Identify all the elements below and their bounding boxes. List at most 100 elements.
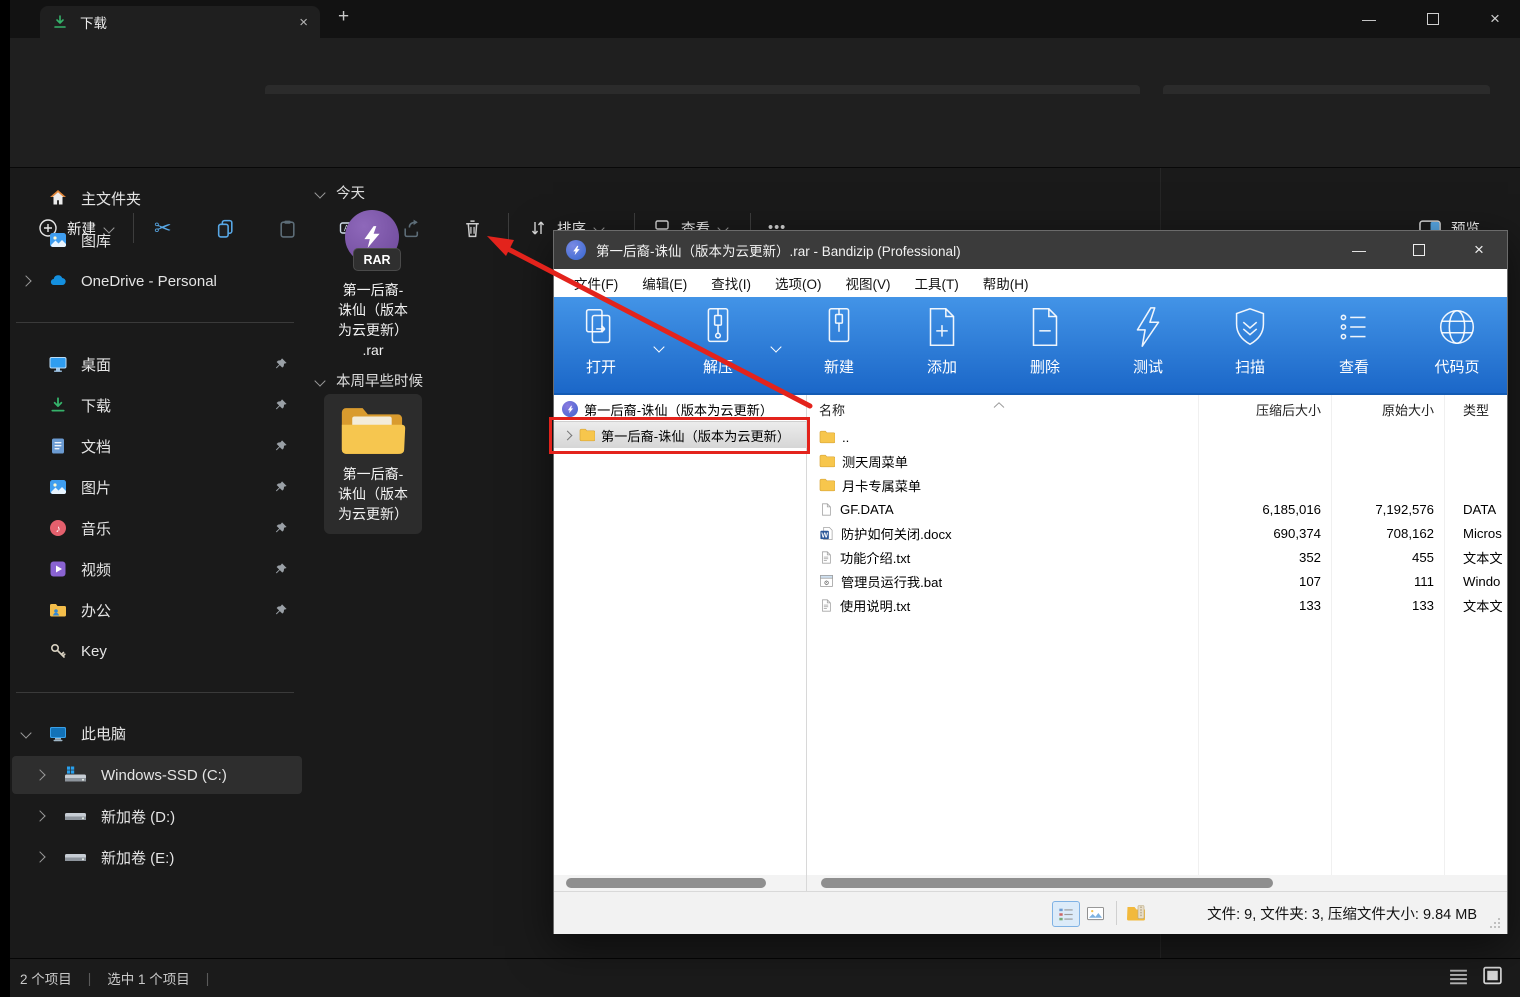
- chevron-down-icon: [314, 186, 326, 199]
- document-icon: [48, 436, 68, 456]
- list-row-folder[interactable]: 月卡专属菜单: [807, 473, 1507, 497]
- chevron-right-icon[interactable]: [34, 810, 46, 822]
- menu-options[interactable]: 选项(O): [763, 273, 834, 293]
- chevron-down-icon[interactable]: [20, 727, 32, 739]
- home-icon: [48, 188, 68, 208]
- sidebar-item-pictures[interactable]: 图片: [12, 468, 302, 506]
- details-view-button[interactable]: [1448, 968, 1469, 990]
- sidebar-item-drive-e[interactable]: 新加卷 (E:): [12, 838, 302, 876]
- sidebar-item-downloads[interactable]: 下载: [12, 386, 302, 424]
- bandizip-title-bar[interactable]: 第一后裔-诛仙（版本为云更新）.rar - Bandizip (Professi…: [554, 231, 1507, 269]
- open-button[interactable]: 打开: [555, 304, 647, 377]
- tab-title: 下载: [80, 16, 107, 31]
- resize-grip[interactable]: [1489, 916, 1501, 934]
- delete-button[interactable]: [462, 210, 483, 246]
- sidebar-item-documents[interactable]: 文档: [12, 427, 302, 465]
- tree-horizontal-scrollbar[interactable]: [554, 875, 806, 891]
- desktop-edge: [0, 0, 10, 997]
- file-item-rar[interactable]: RAR 第一后裔- 诛仙（版本 为云更新） .rar: [318, 210, 428, 360]
- sidebar-item-label: Key: [81, 642, 107, 660]
- sidebar-item-drive-c[interactable]: Windows-SSD (C:): [12, 756, 302, 794]
- window-close-button[interactable]: ×: [1478, 4, 1512, 34]
- sidebar-item-desktop[interactable]: 桌面: [12, 345, 302, 383]
- file-item-folder-selected[interactable]: 第一后裔- 诛仙（版本 为云更新）: [324, 394, 422, 534]
- sidebar-divider: [16, 322, 294, 323]
- chevron-right-icon[interactable]: [20, 275, 32, 287]
- status-divider: [1116, 901, 1117, 925]
- group-header-today[interactable]: 今天: [314, 182, 365, 203]
- column-header-type[interactable]: 类型: [1444, 400, 1507, 419]
- new-archive-icon: [828, 308, 850, 343]
- svg-text:♪: ♪: [56, 524, 61, 535]
- menu-view[interactable]: 视图(V): [834, 273, 903, 293]
- menu-tools[interactable]: 工具(T): [903, 273, 971, 293]
- sidebar-item-home[interactable]: 主文件夹: [12, 179, 302, 217]
- list-row-file[interactable]: 使用说明.txt 133 133 文本文: [807, 593, 1507, 617]
- sidebar-item-music[interactable]: ♪ 音乐: [12, 509, 302, 547]
- sidebar-item-key[interactable]: Key: [12, 632, 302, 670]
- image-preview-toggle[interactable]: [1082, 901, 1108, 925]
- extract-button[interactable]: 解压: [672, 304, 764, 377]
- key-icon: [48, 641, 68, 661]
- pin-icon: [274, 480, 288, 498]
- delete-file-icon: [1032, 308, 1058, 346]
- scrollbar-thumb[interactable]: [566, 878, 766, 888]
- new-tab-button[interactable]: +: [338, 6, 349, 28]
- tab-close-icon[interactable]: ×: [299, 14, 308, 31]
- column-header-original[interactable]: 原始大小: [1331, 400, 1444, 419]
- view-button[interactable]: 查看: [1308, 304, 1400, 377]
- explorer-address-bar: ← → ↑ ↻ › 此电脑 › Windows-SSD (C:) › 用户 › …: [0, 38, 1520, 123]
- group-header-earlier[interactable]: 本周早些时候: [314, 370, 423, 391]
- chevron-down-icon[interactable]: [653, 341, 665, 353]
- list-row-file[interactable]: ⚙ 管理员运行我.bat 107 111 Windo: [807, 569, 1507, 593]
- list-row-file[interactable]: 功能介绍.txt 352 455 文本文: [807, 545, 1507, 569]
- list-horizontal-scrollbar[interactable]: [807, 875, 1507, 891]
- bandizip-minimize-button[interactable]: —: [1342, 235, 1376, 265]
- bandizip-maximize-button[interactable]: [1402, 235, 1436, 265]
- sidebar-item-office[interactable]: 办公: [12, 591, 302, 629]
- chevron-down-icon[interactable]: [770, 341, 782, 353]
- list-row-file[interactable]: W 防护如何关闭.docx 690,374 708,162 Micros: [807, 521, 1507, 545]
- list-row-folder[interactable]: 测天周菜单: [807, 449, 1507, 473]
- list-row-file[interactable]: GF.DATA 6,185,016 7,192,576 DATA: [807, 497, 1507, 521]
- scan-button[interactable]: 扫描: [1204, 304, 1296, 377]
- chevron-right-icon[interactable]: [34, 769, 46, 781]
- folder-icon: [819, 454, 835, 468]
- menu-file[interactable]: 文件(F): [562, 273, 630, 293]
- new-archive-button[interactable]: 新建: [793, 304, 885, 377]
- sidebar-item-drive-d[interactable]: 新加卷 (D:): [12, 797, 302, 835]
- large-icons-view-button[interactable]: [1482, 966, 1503, 990]
- sidebar-item-this-pc[interactable]: 此电脑: [12, 714, 302, 752]
- menu-help[interactable]: 帮助(H): [971, 273, 1041, 293]
- window-maximize-button[interactable]: [1416, 4, 1450, 34]
- selected-count: 选中 1 个项目: [107, 972, 190, 987]
- delete-button[interactable]: 删除: [999, 304, 1091, 377]
- scrollbar-thumb[interactable]: [821, 878, 1273, 888]
- test-button[interactable]: 测试: [1102, 304, 1194, 377]
- column-header-packed[interactable]: 压缩后大小: [1198, 400, 1331, 419]
- shared-folder-icon: [48, 600, 68, 620]
- list-view-toggle[interactable]: [1052, 901, 1080, 927]
- add-button[interactable]: 添加: [896, 304, 988, 377]
- annotation-highlight-rectangle: [549, 417, 810, 454]
- explorer-tab-downloads[interactable]: 下载 ×: [40, 6, 320, 38]
- codepage-button[interactable]: 代码页: [1411, 304, 1503, 377]
- sidebar-item-videos[interactable]: 视频: [12, 550, 302, 588]
- archive-folder-icon[interactable]: [1124, 901, 1150, 925]
- sidebar-item-label: 新加卷 (E:): [101, 849, 175, 867]
- group-label: 今天: [336, 186, 365, 202]
- list-row-up[interactable]: ..: [807, 425, 1507, 449]
- pictures-icon: [48, 477, 68, 497]
- sidebar-item-gallery[interactable]: 图库: [12, 221, 302, 259]
- menu-find[interactable]: 查找(I): [699, 273, 763, 293]
- bandizip-content: 第一后裔-诛仙（版本为云更新） 第一后裔-诛仙（版本为云更新） 名称 压缩后大小…: [554, 395, 1507, 891]
- text-file-icon: [819, 598, 833, 613]
- sidebar-item-onedrive[interactable]: OneDrive - Personal: [12, 262, 302, 300]
- bandizip-close-button[interactable]: ×: [1462, 235, 1496, 265]
- maximize-icon: [1413, 244, 1425, 256]
- chevron-right-icon[interactable]: [34, 851, 46, 863]
- batch-file-icon: ⚙: [819, 574, 834, 588]
- menu-edit[interactable]: 编辑(E): [630, 273, 699, 293]
- window-minimize-button[interactable]: —: [1352, 4, 1386, 34]
- bandizip-menu-bar: 文件(F) 编辑(E) 查找(I) 选项(O) 视图(V) 工具(T) 帮助(H…: [554, 269, 1507, 297]
